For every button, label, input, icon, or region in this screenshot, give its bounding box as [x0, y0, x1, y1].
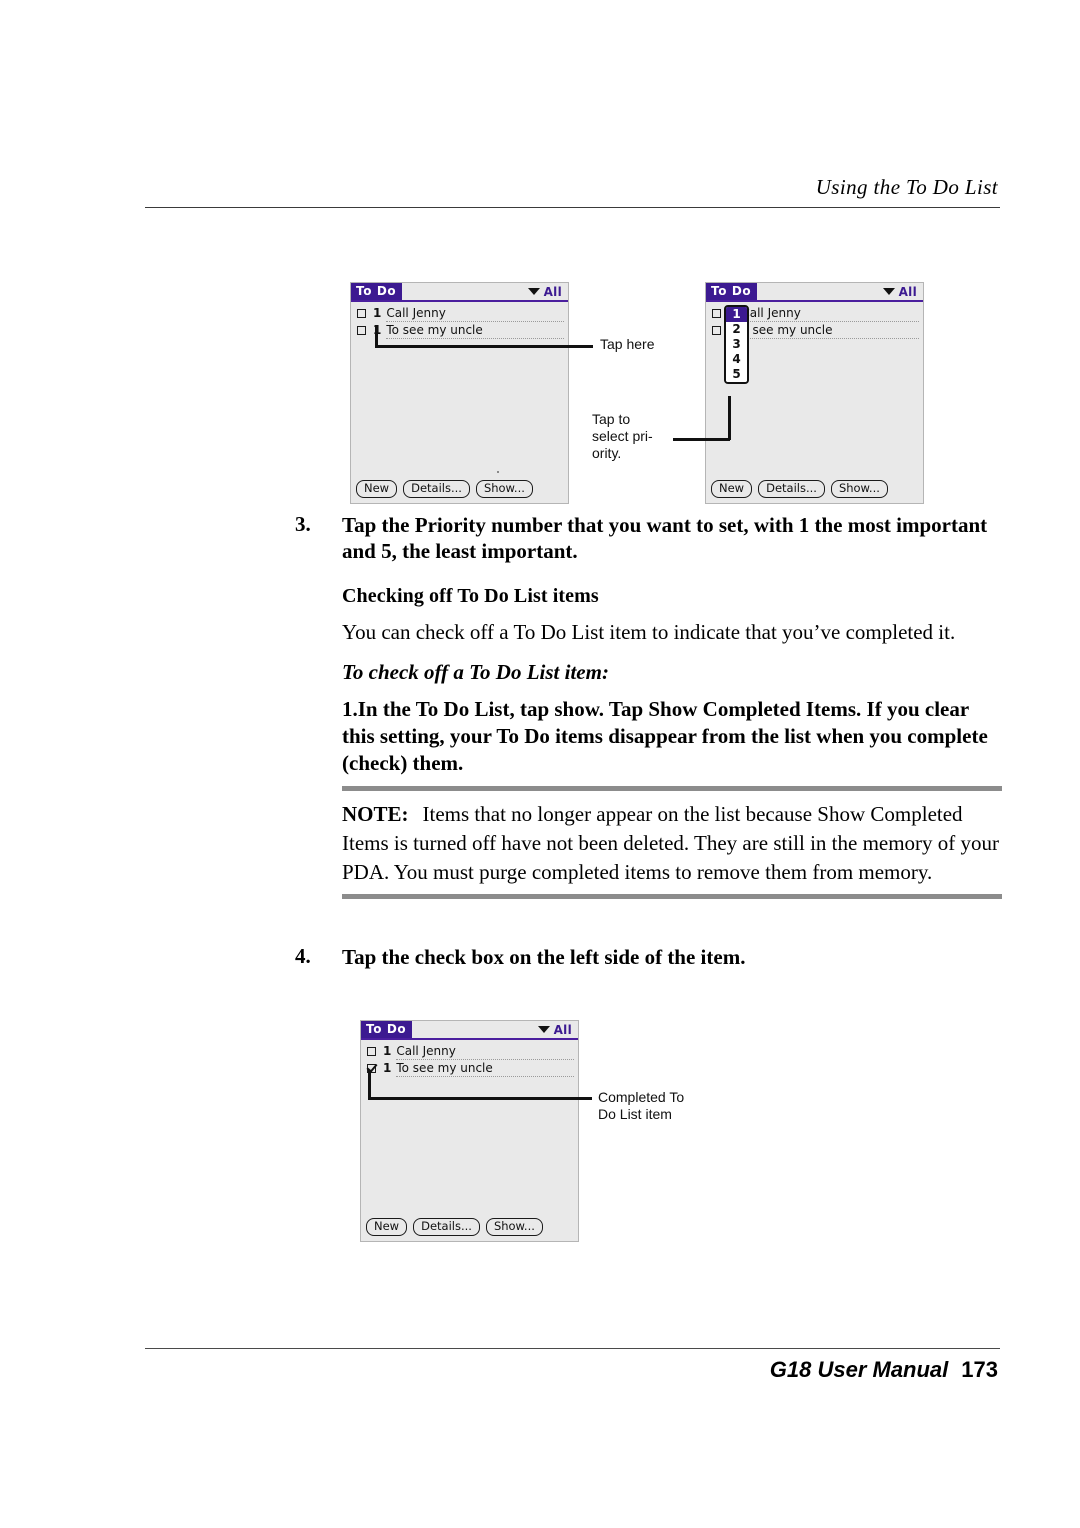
todo-text[interactable]: Call Jenny: [386, 306, 564, 322]
footer-manual-name: G18 User Manual: [769, 1357, 949, 1382]
todo-priority[interactable]: 1: [383, 1044, 391, 1058]
category-label: All: [553, 1022, 572, 1037]
priority-option-2[interactable]: 2: [726, 322, 747, 337]
category-label: All: [898, 284, 917, 299]
category-label: All: [543, 284, 562, 299]
leader-line-priority-horizontal: [673, 438, 730, 441]
pda-titlebar: To Do All: [361, 1021, 578, 1040]
new-button[interactable]: New: [366, 1218, 408, 1236]
callout-completed-item: Completed To Do List item: [598, 1089, 685, 1123]
leader-line-completed-horizontal: [368, 1097, 592, 1100]
todo-checkbox[interactable]: [367, 1047, 376, 1056]
priority-option-4[interactable]: 4: [726, 352, 747, 367]
pda-titlebar: To Do All: [706, 283, 923, 302]
note-box: NOTE: Items that no longer appear on the …: [342, 786, 1002, 899]
footer-divider: [145, 1348, 1000, 1349]
note-body: NOTE: Items that no longer appear on the …: [342, 791, 1002, 894]
pda-app-title: To Do: [706, 283, 758, 300]
pda-button-bar: New Details... Show...: [356, 480, 533, 498]
checking-off-heading-block: Checking off To Do List items: [342, 585, 1007, 608]
todo-list-item[interactable]: 1 To see my uncle: [361, 1061, 578, 1078]
page-header: Using the To Do List: [145, 175, 1000, 208]
callout-tap-here: Tap here: [600, 336, 655, 352]
pda-titlebar: To Do All: [351, 283, 568, 302]
pda-screenshot-top-left: To Do All 1 Call Jenny 1 To see my uncle…: [350, 282, 569, 504]
footer-page-number: 173: [961, 1357, 998, 1382]
note-label: NOTE:: [342, 802, 409, 826]
chevron-down-icon: [882, 288, 895, 295]
priority-dropdown-popup[interactable]: 1 2 3 4 5: [724, 305, 749, 384]
priority-option-3[interactable]: 3: [726, 337, 747, 352]
section-heading-to-check-off: To check off a To Do List item:: [342, 660, 609, 684]
todo-priority[interactable]: 1: [373, 306, 381, 320]
show-button[interactable]: Show...: [485, 1218, 543, 1236]
todo-text[interactable]: Call Jenny: [396, 1044, 574, 1060]
leader-line-tap-here-vertical: [375, 325, 378, 347]
screen-speck: [497, 471, 499, 473]
todo-list-item[interactable]: 1 Call Jenny: [351, 306, 568, 323]
section-paragraph-checking-off: You can check off a To Do List item to i…: [342, 620, 956, 644]
todo-checkbox[interactable]: [357, 326, 366, 335]
pda-button-bar: New Details... Show...: [366, 1218, 543, 1236]
note-bottom-divider: [342, 893, 1002, 899]
show-button[interactable]: Show...: [830, 480, 888, 498]
pda-screenshot-top-right: To Do All 1 Call Jenny 1 o see my uncle …: [705, 282, 924, 504]
step-1-block: 1.In the To Do List, tap show. Tap Show …: [342, 696, 1002, 777]
category-selector[interactable]: All: [537, 1021, 578, 1038]
todo-list-item[interactable]: 1 To see my uncle: [351, 323, 568, 340]
leader-line-priority-vertical: [728, 396, 731, 440]
todo-list: 1 Call Jenny 1 To see my uncle: [361, 1040, 578, 1078]
todo-text[interactable]: Call Jenny: [741, 306, 919, 322]
category-selector[interactable]: All: [882, 283, 923, 300]
section-heading-checking-off: Checking off To Do List items: [342, 585, 599, 607]
titlebar-spacer: [757, 283, 882, 300]
details-button[interactable]: Details...: [758, 480, 825, 498]
step-3-text: Tap the Priority number that you want to…: [342, 513, 988, 564]
callout-tap-to-select-priority: Tap to select pri- ority.: [592, 411, 653, 462]
todo-list-item[interactable]: 1 Call Jenny: [361, 1044, 578, 1061]
to-check-off-heading-block: To check off a To Do List item:: [342, 660, 1007, 685]
step-4-number: 4.: [295, 944, 311, 968]
details-button[interactable]: Details...: [403, 480, 470, 498]
todo-text[interactable]: To see my uncle: [386, 323, 564, 339]
todo-list: 1 Call Jenny 1 To see my uncle: [351, 302, 568, 340]
todo-checkbox[interactable]: [712, 309, 721, 318]
leader-line-tap-here-horizontal: [375, 345, 593, 348]
priority-option-1[interactable]: 1: [726, 307, 747, 322]
step-3-number: 3.: [295, 512, 311, 536]
priority-option-5[interactable]: 5: [726, 367, 747, 382]
step-1-text: 1.In the To Do List, tap show. Tap Show …: [342, 697, 988, 775]
note-text: Items that no longer appear on the list …: [342, 802, 1000, 885]
pda-app-title: To Do: [351, 283, 403, 300]
details-button[interactable]: Details...: [413, 1218, 480, 1236]
pda-screenshot-bottom: To Do All 1 Call Jenny 1 To see my uncle…: [360, 1020, 579, 1242]
titlebar-spacer: [402, 283, 527, 300]
pda-app-title: To Do: [361, 1021, 413, 1038]
chevron-down-icon: [527, 288, 540, 295]
todo-checkbox[interactable]: [712, 326, 721, 335]
page-footer: G18 User Manual 173: [145, 1348, 1000, 1383]
step-3-block: 3. Tap the Priority number that you want…: [295, 512, 1010, 565]
step-4-block: 4. Tap the check box on the left side of…: [295, 944, 1010, 970]
titlebar-spacer: [412, 1021, 537, 1038]
step-4-text: Tap the check box on the left side of th…: [342, 945, 746, 969]
category-selector[interactable]: All: [527, 283, 568, 300]
todo-text[interactable]: o see my uncle: [741, 323, 919, 339]
chevron-down-icon: [537, 1026, 550, 1033]
show-button[interactable]: Show...: [475, 480, 533, 498]
new-button[interactable]: New: [711, 480, 753, 498]
page-title: Using the To Do List: [815, 175, 998, 199]
pda-button-bar: New Details... Show...: [711, 480, 888, 498]
leader-line-completed-vertical: [368, 1070, 371, 1099]
header-divider: [145, 207, 1000, 208]
todo-checkbox[interactable]: [357, 309, 366, 318]
new-button[interactable]: New: [356, 480, 398, 498]
todo-text[interactable]: To see my uncle: [396, 1061, 574, 1077]
checking-off-paragraph-block: You can check off a To Do List item to i…: [342, 619, 1007, 646]
todo-priority[interactable]: 1: [383, 1061, 391, 1075]
